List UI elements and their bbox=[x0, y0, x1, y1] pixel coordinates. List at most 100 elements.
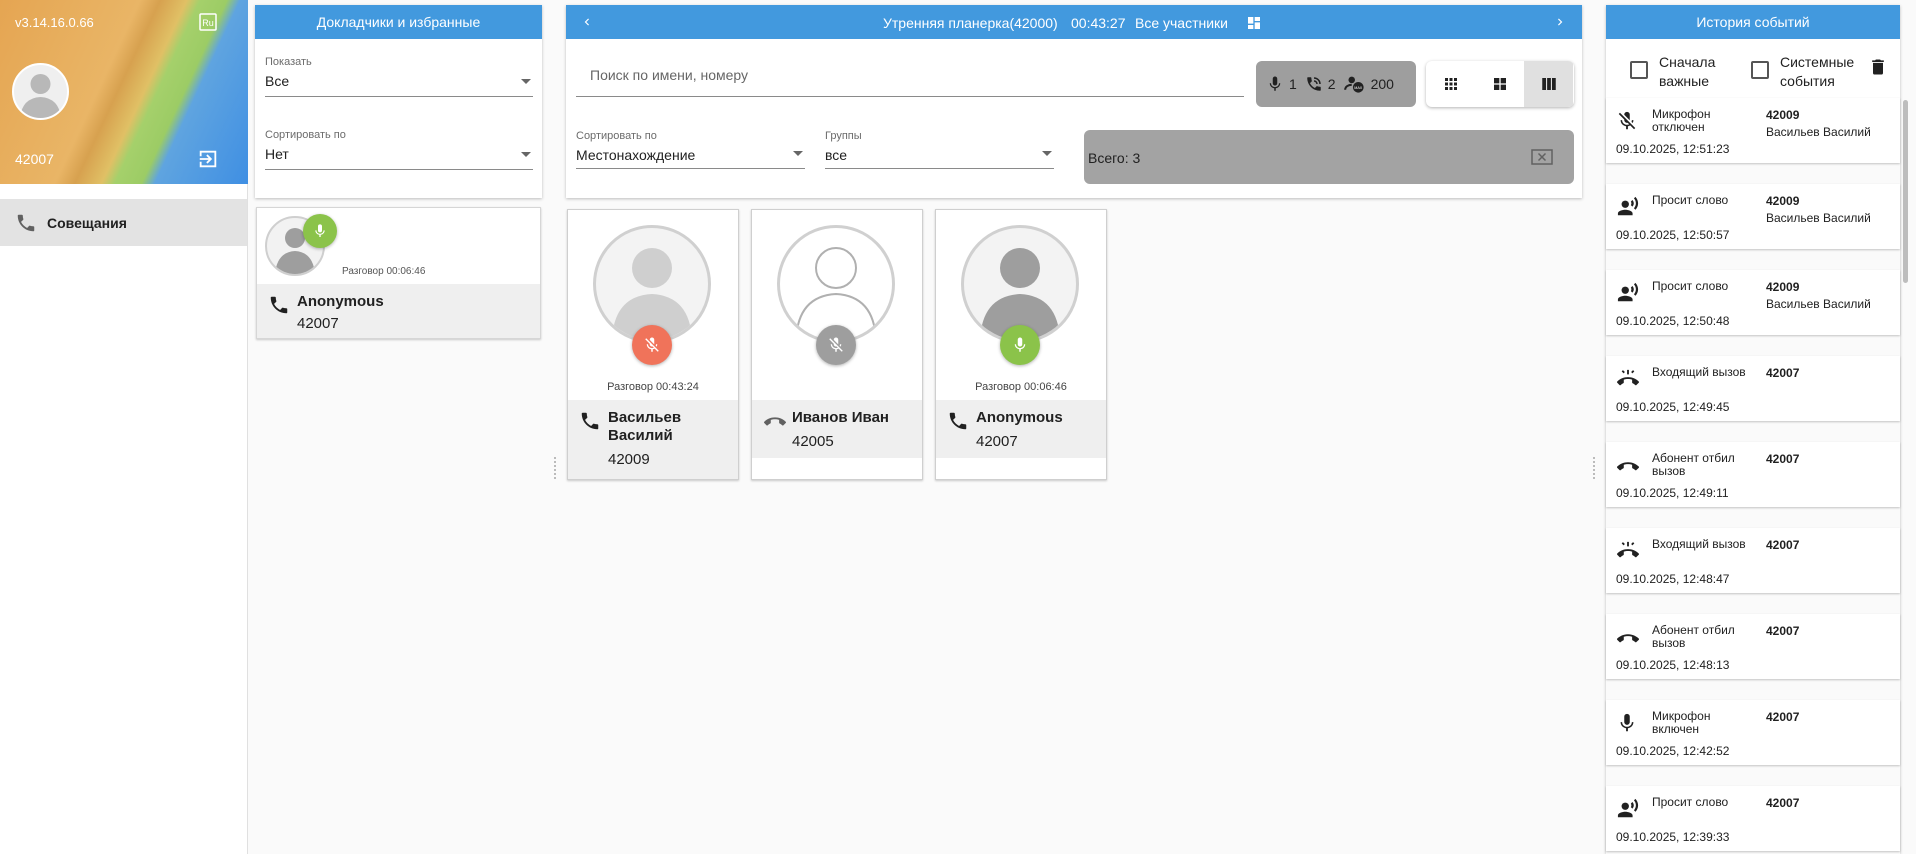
history-event[interactable]: Абонент отбил вызов 09.10.2025, 12:49:11… bbox=[1606, 442, 1900, 507]
history-event[interactable]: Просит слово 09.10.2025, 12:50:57 42009 … bbox=[1606, 184, 1900, 249]
dropdown-arrow-icon bbox=[521, 79, 531, 84]
event-time: 09.10.2025, 12:50:57 bbox=[1616, 228, 1730, 242]
sort-select-value: Нет bbox=[265, 146, 289, 162]
svg-text:MAX: MAX bbox=[1354, 86, 1363, 90]
hangup-icon bbox=[1616, 626, 1640, 648]
system-events-checkbox[interactable] bbox=[1751, 61, 1769, 79]
mic-on-button[interactable] bbox=[1000, 325, 1040, 365]
language-icon[interactable]: Ru bbox=[198, 12, 218, 32]
history-event[interactable]: Просит слово 09.10.2025, 12:50:48 42009 … bbox=[1606, 270, 1900, 335]
dropdown-arrow-icon bbox=[521, 152, 531, 157]
trash-icon[interactable] bbox=[1868, 57, 1888, 77]
conference-panel: Утренняя планерка(42000) 00:43:27 Все уч… bbox=[566, 5, 1582, 198]
user-number: 42007 bbox=[15, 151, 54, 167]
groups-select[interactable]: Группы все bbox=[825, 130, 1054, 169]
event-name: Васильев Василий bbox=[1766, 211, 1871, 225]
participant-info: Иванов Иван 42005 bbox=[752, 400, 922, 458]
nav-item-label: Совещания bbox=[47, 214, 127, 231]
logout-icon[interactable] bbox=[197, 148, 219, 170]
event-type: Абонент отбил вызов bbox=[1652, 451, 1735, 478]
call-duration: Разговор 00:43:24 bbox=[607, 381, 699, 393]
calls-count: 2 bbox=[1327, 76, 1336, 92]
chevron-left-icon[interactable] bbox=[580, 15, 594, 29]
event-number: 42007 bbox=[1766, 452, 1800, 466]
history-event[interactable]: Входящий вызов 09.10.2025, 12:48:47 4200… bbox=[1606, 528, 1900, 593]
event-time: 09.10.2025, 12:39:33 bbox=[1616, 830, 1730, 844]
mic-icon bbox=[1616, 712, 1638, 734]
event-time: 09.10.2025, 12:42:52 bbox=[1616, 744, 1730, 758]
chevron-right-icon[interactable] bbox=[1553, 15, 1567, 29]
event-number: 42009 bbox=[1766, 194, 1800, 208]
conference-sort-select[interactable]: Сортировать по Местонахождение bbox=[576, 130, 805, 169]
mic-off-button[interactable] bbox=[632, 325, 672, 365]
show-select[interactable]: Показать Все bbox=[265, 56, 533, 97]
call-duration: Разговор 00:06:46 bbox=[975, 381, 1067, 393]
important-first-label: Сначала важные bbox=[1659, 54, 1716, 89]
event-type: Входящий вызов bbox=[1652, 537, 1746, 551]
dashboard-icon[interactable] bbox=[1246, 15, 1262, 31]
conference-header: Утренняя планерка(42000) 00:43:27 Все уч… bbox=[566, 5, 1582, 39]
participant-name: Anonymous bbox=[297, 293, 384, 310]
calls-counter: 2 bbox=[1305, 75, 1336, 93]
call-end-icon bbox=[763, 411, 787, 433]
participant-number: 42005 bbox=[792, 433, 834, 450]
participant-card[interactable]: Разговор 00:43:24 Васильев Василий 42009 bbox=[567, 209, 739, 480]
sidebar: v3.14.16.0.66 Ru 42007 Совещания bbox=[0, 0, 248, 854]
user-avatar bbox=[12, 63, 69, 120]
search-input[interactable] bbox=[576, 51, 1244, 83]
system-events-label: Системные события bbox=[1780, 54, 1855, 89]
panel-splitter[interactable] bbox=[553, 455, 557, 485]
event-time: 09.10.2025, 12:48:47 bbox=[1616, 572, 1730, 586]
participant-name: Anonymous bbox=[976, 409, 1063, 426]
favorites-panel: Докладчики и избранные Показать Все Сорт… bbox=[255, 5, 542, 198]
participant-number: 42007 bbox=[976, 433, 1018, 450]
grid-small-icon bbox=[1444, 78, 1457, 90]
event-type: Просит слово bbox=[1652, 279, 1729, 293]
participant-name: Васильев Василий bbox=[608, 409, 682, 444]
event-number: 42009 bbox=[1766, 108, 1800, 122]
event-number: 42009 bbox=[1766, 280, 1800, 294]
total-count: Всего: 3 bbox=[1088, 150, 1141, 166]
sort-select[interactable]: Сортировать по Нет bbox=[265, 129, 533, 170]
participant-card[interactable]: Иванов Иван 42005 bbox=[751, 209, 923, 480]
participant-info: Васильев Василий 42009 bbox=[568, 400, 738, 479]
phone-icon bbox=[268, 294, 290, 316]
mic-on-button[interactable] bbox=[303, 214, 337, 248]
important-first-checkbox[interactable] bbox=[1630, 61, 1648, 79]
event-time: 09.10.2025, 12:51:23 bbox=[1616, 142, 1730, 156]
history-event[interactable]: Микрофон отключен 09.10.2025, 12:51:23 4… bbox=[1606, 98, 1900, 163]
search-field[interactable] bbox=[576, 51, 1244, 97]
history-event[interactable]: Микрофон включен 09.10.2025, 12:42:52 42… bbox=[1606, 700, 1900, 765]
favorite-card[interactable]: Разговор 00:06:46 Anonymous 42007 bbox=[256, 207, 541, 339]
grid-large-button[interactable] bbox=[1524, 61, 1573, 107]
participant-card[interactable]: Разговор 00:06:46 Anonymous 42007 bbox=[935, 209, 1107, 480]
participants-filter[interactable]: Все участники bbox=[1135, 15, 1228, 31]
nav-item-meetings[interactable]: Совещания bbox=[0, 199, 247, 246]
mic-count: 1 bbox=[1289, 76, 1297, 92]
clear-selection-icon[interactable] bbox=[1531, 149, 1553, 165]
show-select-label: Показать bbox=[265, 56, 312, 68]
event-type: Входящий вызов bbox=[1652, 365, 1746, 379]
history-event[interactable]: Просит слово 09.10.2025, 12:39:33 42007 bbox=[1606, 786, 1900, 851]
event-time: 09.10.2025, 12:50:48 bbox=[1616, 314, 1730, 328]
favorites-title: Докладчики и избранные bbox=[255, 5, 542, 39]
event-name: Васильев Василий bbox=[1766, 125, 1871, 139]
groups-select-label: Группы bbox=[825, 130, 862, 142]
event-time: 09.10.2025, 12:49:11 bbox=[1616, 486, 1729, 500]
event-number: 42007 bbox=[1766, 366, 1800, 380]
max-users-icon: MAX bbox=[1343, 75, 1366, 93]
incoming-call-icon bbox=[1616, 368, 1640, 390]
phone-icon bbox=[579, 410, 601, 432]
groups-select-value: все bbox=[825, 147, 848, 163]
history-event[interactable]: Абонент отбил вызов 09.10.2025, 12:48:13… bbox=[1606, 614, 1900, 679]
participant-number: 42007 bbox=[297, 315, 339, 332]
max-counter: MAX 200 bbox=[1343, 75, 1394, 93]
mic-off-icon bbox=[1616, 110, 1638, 132]
history-scrollbar[interactable] bbox=[1903, 100, 1908, 283]
grid-medium-button[interactable] bbox=[1475, 61, 1524, 107]
mic-disabled-button[interactable] bbox=[816, 325, 856, 365]
panel-splitter[interactable] bbox=[1592, 455, 1596, 485]
grid-small-button[interactable] bbox=[1426, 61, 1475, 107]
call-duration: Разговор 00:06:46 bbox=[342, 266, 426, 277]
history-event[interactable]: Входящий вызов 09.10.2025, 12:49:45 4200… bbox=[1606, 356, 1900, 421]
